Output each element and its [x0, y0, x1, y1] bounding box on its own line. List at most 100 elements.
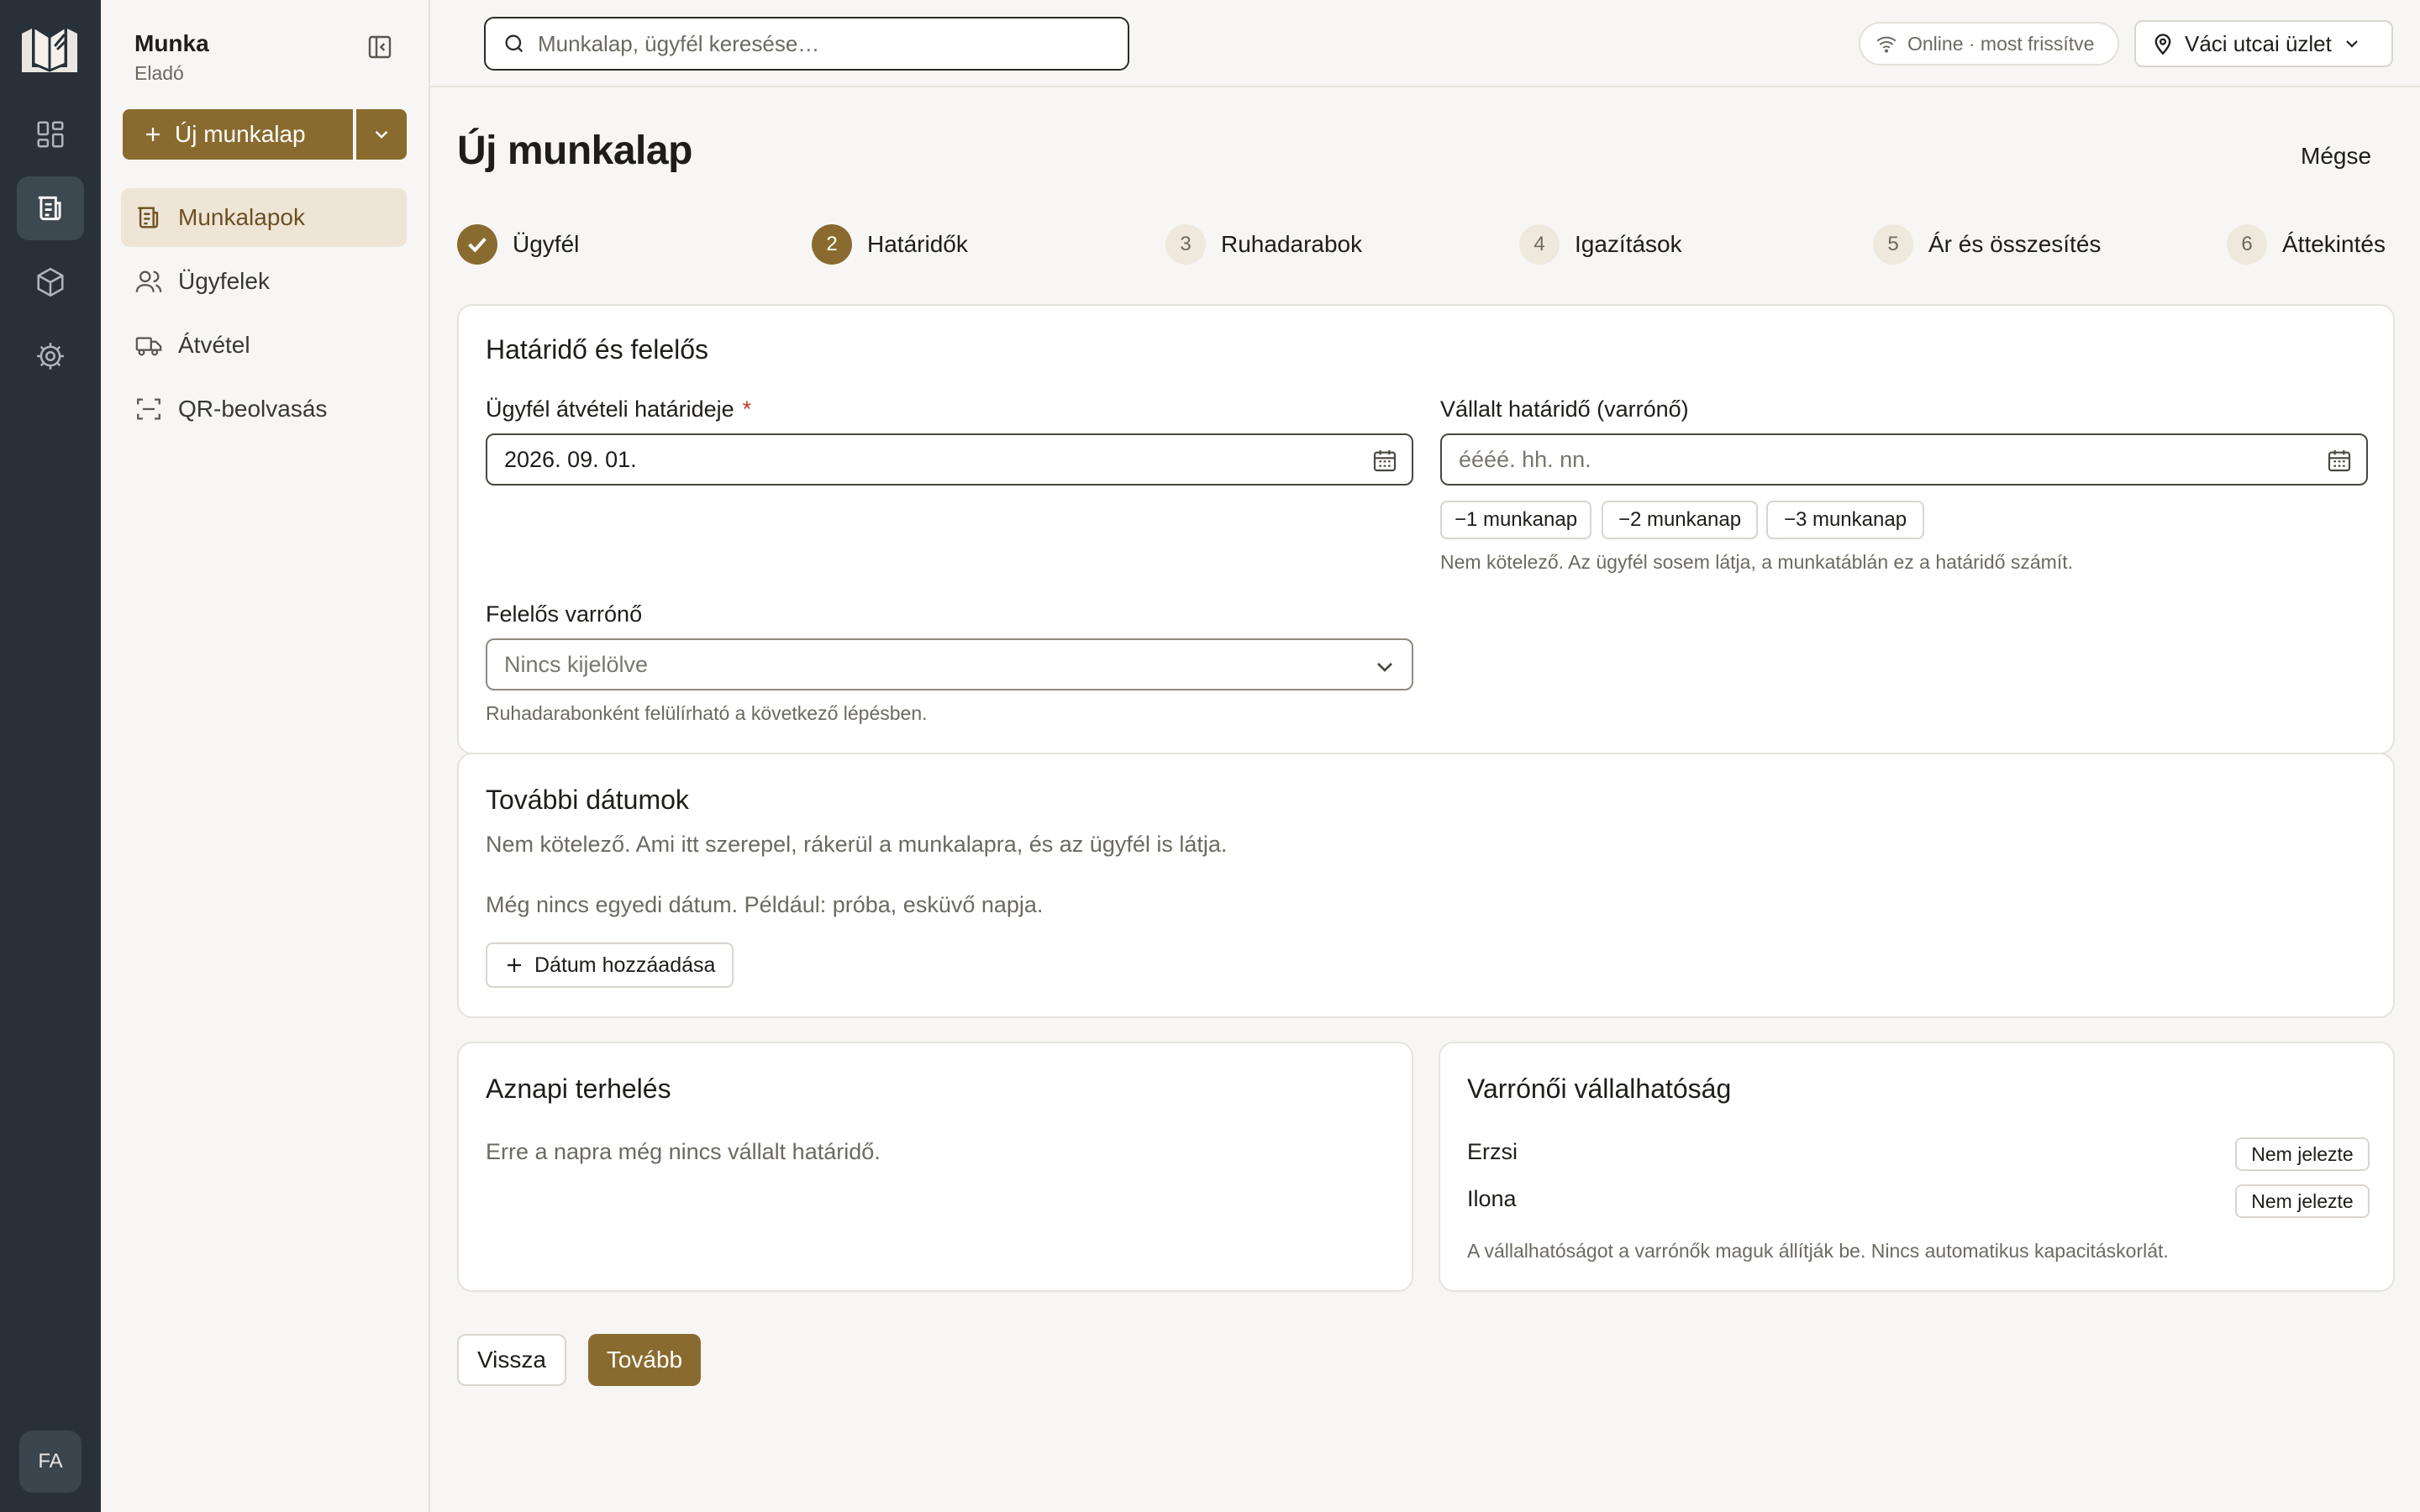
sidebar-item-qr-scan[interactable]: QR-beolvasás [121, 380, 407, 438]
dashboard-icon [37, 121, 64, 148]
next-button[interactable]: Tovább [588, 1334, 701, 1386]
add-date-button[interactable]: Dátum hozzáadása [486, 942, 734, 988]
step-garments[interactable]: 3 Ruhadarabok [1165, 223, 1362, 265]
rail-packages[interactable] [17, 250, 84, 314]
worksheet-icon [138, 207, 159, 228]
worksheets-icon [38, 196, 61, 221]
icon-rail: FA [0, 0, 101, 1512]
sidebar-item-worksheets[interactable]: Munkalapok [121, 188, 407, 247]
gear-icon [37, 343, 64, 370]
step-number: 4 [1519, 224, 1560, 265]
step-number: 2 [812, 224, 852, 265]
minus-3-workday-chip[interactable]: −3 munkanap [1766, 501, 1924, 539]
step-label: Határidők [867, 231, 968, 257]
responsible-tailor-hint: Ruhadarabonként felülírható a következő … [486, 702, 928, 724]
step-label: Igazítások [1575, 231, 1682, 257]
step-done-check [457, 224, 497, 265]
minus-1-workday-chip[interactable]: −1 munkanap [1440, 501, 1591, 539]
step-review[interactable]: 6 Áttekintés [2227, 223, 2386, 265]
qr-scan-icon [137, 398, 160, 420]
sidebar-item-label: QR-beolvasás [178, 396, 328, 422]
availability-status-badge: Nem jelezte [2235, 1184, 2370, 1218]
location-pin-icon [2154, 34, 2171, 55]
calendar-icon[interactable] [1371, 447, 1398, 474]
step-label: Ruhadarabok [1221, 231, 1363, 257]
step-label: Ár és összesítés [1928, 231, 2102, 257]
app-logo-icon[interactable] [18, 20, 81, 79]
tailor-deadline-placeholder: éééé. hh. nn. [1459, 446, 1591, 472]
tailor-name: Ilona [1467, 1186, 1517, 1211]
add-date-label: Dátum hozzáadása [534, 953, 716, 977]
minus-2-workday-chip[interactable]: −2 munkanap [1602, 501, 1758, 539]
sidebar: Munka Eladó Új munkalap Munkalapok Ügyfe… [101, 0, 430, 1512]
sidebar-item-customers[interactable]: Ügyfelek [121, 252, 407, 311]
additional-dates-title: További dátumok [486, 785, 689, 815]
check-icon [468, 237, 487, 253]
tailor-deadline-field[interactable]: éééé. hh. nn. [1440, 433, 2368, 486]
store-selector-label: Váci utcai üzlet [2185, 30, 2332, 56]
deadline-card: Határidő és felelős Ügyfél átvételi hatá… [457, 304, 2395, 754]
tailor-deadline-hint: Nem kötelező. Az ügyfél sosem látja, a m… [1440, 551, 2073, 573]
rail-dashboard[interactable] [17, 102, 84, 166]
chevron-down-icon [375, 130, 388, 139]
step-number: 5 [1873, 224, 1913, 265]
sidebar-item-label: Átvétel [178, 332, 250, 358]
step-deadlines[interactable]: 2 Határidők [812, 223, 968, 265]
sidebar-item-label: Munkalapok [178, 204, 305, 230]
daily-load-empty-text: Erre a napra még nincs vállalt határidő. [486, 1139, 881, 1164]
users-icon [135, 270, 162, 292]
daily-load-title: Aznapi terhelés [486, 1074, 671, 1104]
back-button[interactable]: Vissza [457, 1334, 566, 1386]
step-label: Áttekintés [2282, 231, 2386, 257]
step-number: 3 [1165, 224, 1206, 265]
step-alterations[interactable]: 4 Igazítások [1519, 223, 1682, 265]
workspace-name: Munka [134, 30, 209, 56]
customer-deadline-label: Ügyfél átvételi határideje * [486, 396, 751, 423]
calendar-icon[interactable] [2326, 447, 2353, 474]
new-worksheet-label: Új munkalap [175, 121, 306, 147]
daily-load-card: Aznapi terhelés Erre a napra még nincs v… [457, 1042, 1413, 1292]
tailor-availability-title: Varrónői vállalhatóság [1467, 1074, 1732, 1104]
step-price-summary[interactable]: 5 Ár és összesítés [1873, 223, 2101, 265]
wifi-icon [1876, 36, 1897, 53]
search-input[interactable] [538, 30, 1109, 57]
responsible-tailor-label: Felelős varrónő [486, 601, 643, 627]
truck-icon [135, 337, 162, 356]
sidebar-item-pickup[interactable]: Átvétel [121, 316, 407, 375]
chevron-down-icon [2346, 40, 2358, 48]
step-label: Ügyfél [513, 231, 580, 257]
topbar: Online · most frissítve Váci utcai üzlet [430, 0, 2420, 87]
availability-status-badge: Nem jelezte [2235, 1137, 2370, 1171]
deadline-card-title: Határidő és felelős [486, 334, 709, 365]
workspace-role: Eladó [134, 62, 184, 84]
page-title: Új munkalap [457, 129, 692, 173]
chevron-down-icon [1377, 663, 1392, 672]
rail-worksheets[interactable] [17, 176, 84, 240]
availability-footnote: A vállalhatóságot a varrónők maguk állít… [1467, 1240, 2169, 1262]
online-status: Online · most frissítve [1859, 22, 2119, 66]
rail-settings[interactable] [17, 324, 84, 388]
store-selector[interactable]: Váci utcai üzlet [2134, 20, 2393, 67]
new-worksheet-menu-button[interactable] [353, 109, 407, 160]
responsible-tailor-select[interactable]: Nincs kijelölve [486, 638, 1413, 690]
plus-icon [146, 128, 160, 141]
step-number: 6 [2227, 224, 2267, 265]
tailor-deadline-label: Vállalt határidő (varrónő) [1440, 396, 1689, 422]
search-box[interactable] [484, 17, 1129, 71]
customer-deadline-value: 2026. 09. 01. [504, 446, 637, 472]
customer-deadline-field[interactable]: 2026. 09. 01. [486, 433, 1413, 486]
additional-dates-subtitle: Nem kötelező. Ami itt szerepel, rákerül … [486, 832, 1228, 857]
user-avatar[interactable]: FA [19, 1431, 82, 1493]
tailor-name: Erzsi [1467, 1139, 1518, 1164]
plus-icon [508, 958, 521, 972]
online-status-text: Online · most frissítve [1907, 32, 2095, 55]
new-worksheet-button[interactable]: Új munkalap [123, 109, 365, 160]
cancel-button[interactable]: Mégse [2301, 143, 2371, 170]
search-icon [505, 34, 523, 53]
required-mark: * [742, 396, 752, 422]
additional-dates-card: További dátumok Nem kötelező. Ami itt sz… [457, 753, 2395, 1018]
step-customer[interactable]: Ügyfél [457, 223, 579, 265]
collapse-sidebar-icon[interactable] [366, 34, 393, 60]
responsible-tailor-value: Nincs kijelölve [504, 651, 649, 677]
customer-deadline-label-text: Ügyfél átvételi határideje [486, 396, 734, 422]
